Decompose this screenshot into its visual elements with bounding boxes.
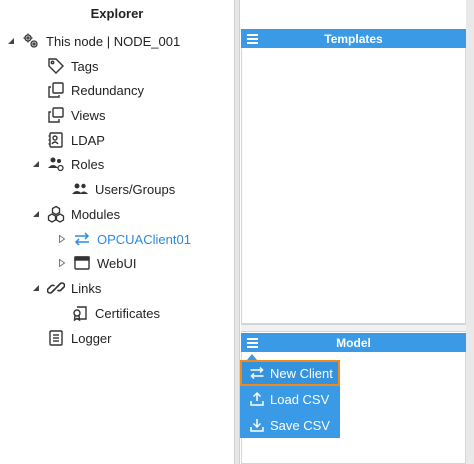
- tree-item-opcuaclient01[interactable]: OPCUAClient01: [57, 228, 191, 250]
- node-gears-icon: [22, 32, 40, 50]
- tree-item-tags[interactable]: Tags: [47, 55, 98, 77]
- tree-item-label: Users/Groups: [95, 181, 176, 197]
- users-icon: [71, 180, 89, 198]
- right-scroll-edge: [466, 0, 474, 464]
- templates-panel-title: Templates: [324, 31, 383, 46]
- tree-item-label: Logger: [71, 330, 112, 346]
- tree-item-label: Redundancy: [71, 82, 144, 98]
- swap-arrows-icon: [73, 230, 91, 248]
- log-list-icon: [47, 329, 65, 347]
- tree-item-links[interactable]: Links: [31, 277, 101, 299]
- contact-card-icon: [47, 131, 65, 149]
- explorer-panel: Explorer This node | NODE_001 Tags Redun…: [0, 0, 234, 464]
- chain-link-icon: [47, 279, 65, 297]
- tree-item-users-groups[interactable]: Users/Groups: [71, 178, 175, 200]
- tag-icon: [47, 57, 65, 75]
- model-context-menu: New Client Load CSV Save CSV: [240, 360, 340, 438]
- collapsed-arrow-icon[interactable]: [57, 258, 67, 268]
- tree-item-label: Certificates: [95, 305, 161, 321]
- expanded-arrow-icon[interactable]: [31, 209, 41, 219]
- tree-item-label: WebUI: [97, 255, 137, 271]
- expanded-arrow-icon[interactable]: [31, 159, 41, 169]
- tree-item-views[interactable]: Views: [47, 104, 105, 126]
- menu-item-label: New Client: [270, 365, 333, 381]
- tree-item-label: Modules: [71, 206, 121, 222]
- copy-icon: [47, 81, 65, 99]
- swap-arrows-icon: [248, 364, 266, 382]
- model-panel-header: Model: [241, 333, 466, 352]
- windows-icon: [47, 106, 65, 124]
- templates-panel-body: [241, 48, 466, 324]
- collapsed-arrow-icon[interactable]: [57, 234, 67, 244]
- model-panel-title: Model: [336, 335, 371, 350]
- menu-item-save-csv[interactable]: Save CSV: [240, 412, 340, 438]
- panel-divider[interactable]: [241, 324, 466, 332]
- certificate-icon: [71, 304, 89, 322]
- tree-item-label: OPCUAClient01: [97, 231, 191, 247]
- hamburger-menu-icon[interactable]: [241, 29, 263, 48]
- templates-panel-header: Templates: [241, 29, 466, 48]
- expanded-arrow-icon[interactable]: [31, 283, 41, 293]
- tree-item-this-node[interactable]: This node | NODE_001: [6, 30, 180, 52]
- tree-item-redundancy[interactable]: Redundancy: [47, 79, 144, 101]
- menu-item-label: Save CSV: [270, 417, 330, 433]
- tree-item-label: Roles: [71, 156, 105, 172]
- explorer-title: Explorer: [90, 6, 144, 21]
- tree-item-label: Links: [71, 280, 102, 296]
- hamburger-menu-icon[interactable]: [241, 333, 263, 352]
- cubes-icon: [47, 205, 65, 223]
- menu-item-new-client[interactable]: New Client: [240, 360, 340, 386]
- tree-item-certificates[interactable]: Certificates: [71, 302, 160, 324]
- tree-item-label: This node | NODE_001: [46, 33, 181, 49]
- menu-item-load-csv[interactable]: Load CSV: [240, 386, 340, 412]
- tree-item-ldap[interactable]: LDAP: [47, 129, 105, 151]
- tree-item-logger[interactable]: Logger: [47, 327, 111, 349]
- tree-item-modules[interactable]: Modules: [31, 203, 120, 225]
- upload-icon: [248, 390, 266, 408]
- browser-window-icon: [73, 254, 91, 272]
- tree-item-roles[interactable]: Roles: [31, 153, 104, 175]
- download-icon: [248, 416, 266, 434]
- expanded-arrow-icon[interactable]: [6, 36, 16, 46]
- menu-item-label: Load CSV: [270, 391, 330, 407]
- tree-item-label: LDAP: [71, 132, 105, 148]
- tree-item-webui[interactable]: WebUI: [57, 252, 137, 274]
- tree-item-label: Views: [71, 107, 106, 123]
- users-gear-icon: [47, 155, 65, 173]
- tree-item-label: Tags: [71, 58, 99, 74]
